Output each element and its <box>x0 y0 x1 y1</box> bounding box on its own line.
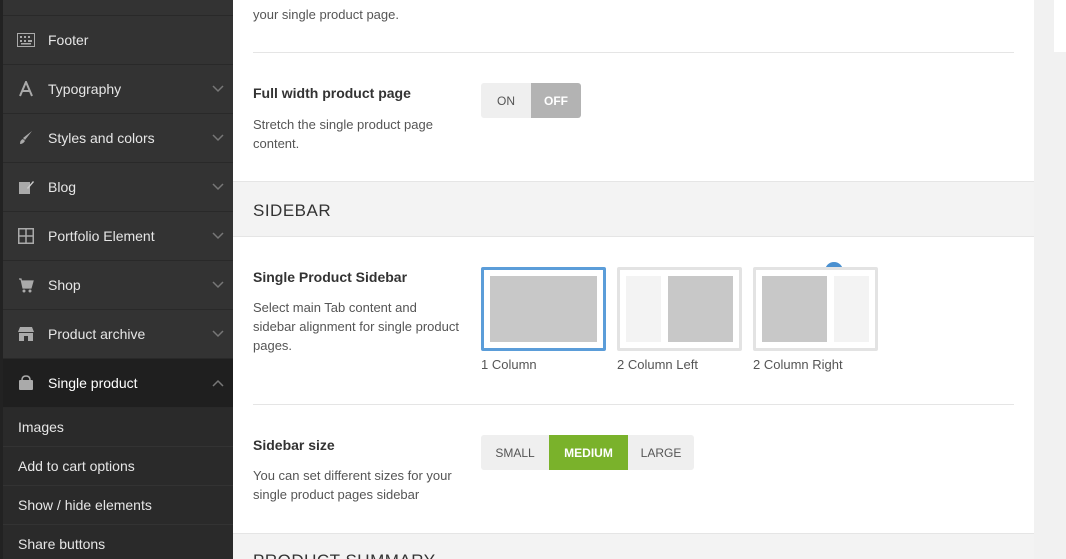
sidebar-item-shop[interactable]: Shop <box>3 261 233 310</box>
font-icon <box>3 81 48 97</box>
layout-2-column-right[interactable] <box>753 267 878 351</box>
size-large-button[interactable]: LARGE <box>628 435 694 470</box>
admin-sidebar: Footer Typography Styles and colors Blog… <box>0 0 233 559</box>
layout-label: 2 Column Left <box>617 357 698 372</box>
sidebar-item-portfolio[interactable]: Portfolio Element <box>3 212 233 261</box>
grid-icon <box>3 228 48 244</box>
content-block <box>762 276 827 342</box>
sidebar-item-label: Single product <box>48 375 138 391</box>
brush-icon <box>3 130 48 146</box>
sidebar-item-blog[interactable]: Blog <box>3 163 233 212</box>
size-small-button[interactable]: SMALL <box>481 435 549 470</box>
sidebar-block <box>834 276 869 342</box>
toggle-on-button[interactable]: ON <box>481 83 531 118</box>
sidebar-subitem-share-buttons[interactable]: Share buttons <box>3 525 233 559</box>
section-header: SIDEBAR <box>233 181 1034 237</box>
sidebar-item-label: Portfolio Element <box>48 228 155 244</box>
chevron-down-icon <box>203 232 233 240</box>
side-card <box>1054 0 1066 52</box>
section-title: SIDEBAR <box>253 201 332 220</box>
sidebar-top-item[interactable] <box>3 0 233 16</box>
sidebar-item-label: Product archive <box>48 326 146 342</box>
sidebar-block <box>626 276 661 342</box>
chevron-up-icon <box>203 379 233 387</box>
sidebar-item-footer[interactable]: Footer <box>3 16 233 65</box>
divider <box>253 52 1014 53</box>
option-description: You can set different sizes for your sin… <box>253 468 452 502</box>
section-header: PRODUCT SUMMARY <box>233 533 1034 559</box>
sidebar-item-label: Footer <box>48 32 89 48</box>
sidebar-item-label: Blog <box>48 179 77 195</box>
sidebar-item-label: Shop <box>48 277 81 293</box>
chevron-down-icon <box>203 330 233 338</box>
cart-icon <box>3 277 48 293</box>
edit-icon <box>3 179 48 195</box>
content-block <box>490 276 597 342</box>
section-title: PRODUCT SUMMARY <box>253 551 436 559</box>
sidebar-size-selector[interactable]: SMALL MEDIUM LARGE <box>481 435 694 470</box>
right-gutter <box>1034 0 1066 559</box>
bag-icon <box>3 375 48 391</box>
option-title: Single Product Sidebar <box>253 269 408 285</box>
options-panel: your single product page. Full width pro… <box>233 0 1034 559</box>
store-icon <box>3 326 48 342</box>
sidebar-subitem-show-hide[interactable]: Show / hide elements <box>3 486 233 525</box>
layout-label: 2 Column Right <box>753 357 843 372</box>
keyboard-icon <box>3 33 48 47</box>
divider <box>253 404 1014 405</box>
sidebar-item-single-product[interactable]: Single product <box>3 359 233 408</box>
chevron-down-icon <box>203 281 233 289</box>
sidebar-item-typography[interactable]: Typography <box>3 65 233 114</box>
sidebar-item-styles[interactable]: Styles and colors <box>3 114 233 163</box>
sidebar-item-label: Styles and colors <box>48 130 155 146</box>
option-description: your single product page. <box>253 7 399 22</box>
sidebar-item-product-archive[interactable]: Product archive <box>3 310 233 359</box>
size-medium-button[interactable]: MEDIUM <box>549 435 628 470</box>
option-title: Full width product page <box>253 85 411 101</box>
option-description: Stretch the single product page content. <box>253 117 433 151</box>
sidebar-subitem-images[interactable]: Images <box>3 408 233 447</box>
layout-label: 1 Column <box>481 357 537 372</box>
toggle-off-button[interactable]: OFF <box>531 83 581 118</box>
layout-2-column-left[interactable] <box>617 267 742 351</box>
chevron-down-icon <box>203 134 233 142</box>
option-description: Select main Tab content and sidebar alig… <box>253 300 459 353</box>
chevron-down-icon <box>203 183 233 191</box>
content-block <box>668 276 733 342</box>
option-title: Sidebar size <box>253 437 335 453</box>
chevron-down-icon <box>203 85 233 93</box>
layout-1-column[interactable] <box>481 267 606 351</box>
full-width-toggle[interactable]: ON OFF <box>481 83 581 118</box>
sidebar-item-label: Typography <box>48 81 122 97</box>
sidebar-subitem-add-to-cart[interactable]: Add to cart options <box>3 447 233 486</box>
